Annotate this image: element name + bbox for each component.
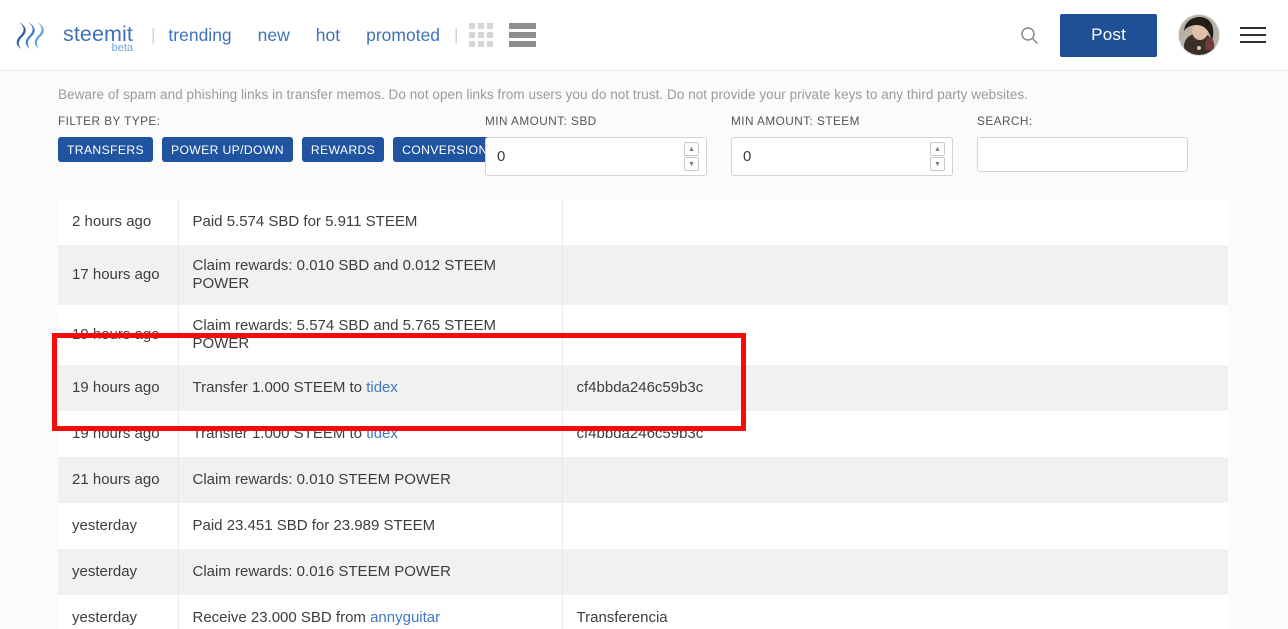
nav-divider-left: |: [151, 25, 156, 44]
hamburger-menu-icon[interactable]: [1240, 23, 1266, 47]
transaction-memo: cf4bbda246c59b3c: [576, 425, 704, 442]
transaction-description: Claim rewards: 5.574 SBD and 5.765 STEEM…: [178, 305, 563, 365]
transactions-table-zone: 2 hours ago Paid 5.574 SBD for 5.911 STEE…: [0, 199, 1288, 629]
transaction-time: 17 hours ago: [58, 245, 179, 305]
table-row: 19 hours ago Claim rewards: 5.574 SBD and…: [58, 305, 1228, 365]
transaction-user-link[interactable]: tidex: [366, 425, 398, 442]
transaction-description-text: Paid 5.574 SBD for 5.911 STEEM: [192, 213, 418, 230]
transaction-time: 19 hours ago: [58, 305, 179, 365]
filter-chip-transfers[interactable]: TRANSFERS: [58, 137, 153, 162]
search-input[interactable]: [977, 137, 1188, 172]
transaction-description: Paid 23.451 SBD for 23.989 STEEM: [178, 503, 563, 549]
transaction-memo: cf4bbda246c59b3c: [576, 379, 704, 396]
table-row: yesterday Receive 23.000 SBD from annygui…: [58, 595, 1228, 629]
stepper-up-icon[interactable]: ▲: [930, 142, 945, 156]
transaction-description: Transfer 1.000 STEEM to tidex: [178, 411, 563, 457]
nav-hot[interactable]: hot: [316, 25, 340, 46]
top-navigation-bar: steemit beta | trending new hot promoted…: [0, 0, 1288, 71]
avatar[interactable]: [1178, 14, 1220, 56]
min-amount-sbd-label: MIN AMOUNT: SBD: [485, 114, 597, 128]
stepper-up-icon[interactable]: ▲: [684, 142, 699, 156]
min-amount-sbd-group: MIN AMOUNT: SBD ▲ ▼: [485, 114, 731, 176]
transaction-description: Paid 5.574 SBD for 5.911 STEEM: [178, 199, 563, 245]
transaction-user-link[interactable]: annyguitar: [370, 609, 440, 626]
min-amount-steem-stepper[interactable]: ▲ ▼: [930, 142, 945, 171]
min-amount-sbd-input[interactable]: [485, 137, 707, 176]
transaction-description: Receive 23.000 SBD from annyguitar: [178, 595, 563, 629]
min-amount-steem-group: MIN AMOUNT: STEEM ▲ ▼: [731, 114, 977, 176]
primary-nav: trending new hot promoted: [168, 25, 440, 46]
stepper-down-icon[interactable]: ▼: [684, 157, 699, 171]
nav-trending[interactable]: trending: [168, 25, 231, 46]
transaction-description-text: Receive 23.000 SBD from: [192, 609, 371, 626]
nav-new[interactable]: new: [258, 25, 290, 46]
top-bar-actions: Post: [1006, 12, 1266, 58]
filter-chip-rewards[interactable]: REWARDS: [301, 137, 385, 162]
filter-by-type-label: FILTER BY TYPE:: [58, 114, 161, 128]
search-label: SEARCH:: [977, 114, 1033, 128]
nav-promoted[interactable]: promoted: [366, 25, 440, 46]
transaction-description: Claim rewards: 0.010 STEEM POWER: [178, 457, 563, 503]
transaction-memo: Transferencia: [576, 609, 668, 626]
transaction-description-text: Claim rewards: 0.010 STEEM POWER: [192, 471, 451, 488]
transaction-user-link[interactable]: tidex: [366, 379, 398, 396]
transaction-memo: [562, 305, 1228, 365]
transaction-description-text: Transfer 1.000 STEEM to: [192, 379, 367, 396]
transaction-description-text: Transfer 1.000 STEEM to: [192, 425, 367, 442]
stepper-down-icon[interactable]: ▼: [930, 157, 945, 171]
transaction-description-text: Paid 23.451 SBD for 23.989 STEEM: [192, 517, 436, 534]
transaction-description: Transfer 1.000 STEEM to tidex: [178, 365, 563, 411]
table-row: yesterday Claim rewards: 0.016 STEEM POWE…: [58, 549, 1228, 595]
table-row: yesterday Paid 23.451 SBD for 23.989 STEE…: [58, 503, 1228, 549]
transaction-description: Claim rewards: 0.010 SBD and 0.012 STEEM…: [178, 245, 563, 305]
transaction-memo: [562, 199, 1228, 245]
brand-block[interactable]: steemit beta: [14, 18, 135, 55]
steemit-logo-icon: [16, 22, 44, 49]
transaction-time: 19 hours ago: [58, 411, 179, 457]
transaction-time: 19 hours ago: [58, 365, 179, 411]
transaction-memo: [562, 503, 1228, 549]
nav-divider-right: |: [454, 25, 459, 44]
min-amount-sbd-stepper[interactable]: ▲ ▼: [684, 142, 699, 171]
transaction-description-text: Claim rewards: 5.574 SBD and 5.765 STEEM…: [192, 317, 496, 352]
filter-bar: FILTER BY TYPE: TRANSFERS POWER UP/DOWN …: [0, 102, 1288, 176]
post-button[interactable]: Post: [1060, 13, 1157, 57]
view-mode-toggle: [469, 23, 537, 47]
table-row: 21 hours ago Claim rewards: 0.010 STEEM P…: [58, 457, 1228, 503]
min-amount-steem-label: MIN AMOUNT: STEEM: [731, 114, 860, 128]
phishing-warning-text: Beware of spam and phishing links in tra…: [58, 87, 1029, 102]
transaction-memo: [562, 245, 1228, 305]
table-row: 19 hours ago Transfer 1.000 STEEM to tide…: [58, 411, 1228, 457]
search-icon[interactable]: [1006, 12, 1052, 58]
filter-chip-power-up-down[interactable]: POWER UP/DOWN: [161, 137, 293, 162]
transaction-time: yesterday: [58, 549, 179, 595]
transaction-memo: [562, 549, 1228, 595]
table-row: 19 hours ago Transfer 1.000 STEEM to tide…: [58, 365, 1228, 411]
transaction-memo: [562, 457, 1228, 503]
table-row: 17 hours ago Claim rewards: 0.010 SBD and…: [58, 245, 1228, 305]
transaction-time: 21 hours ago: [58, 457, 179, 503]
transaction-time: 2 hours ago: [58, 199, 179, 245]
transaction-description: Claim rewards: 0.016 STEEM POWER: [178, 549, 563, 595]
transactions-table: 2 hours ago Paid 5.574 SBD for 5.911 STEE…: [58, 199, 1228, 629]
grid-view-icon[interactable]: [469, 23, 494, 47]
table-row: 2 hours ago Paid 5.574 SBD for 5.911 STEE…: [58, 199, 1228, 245]
search-group: SEARCH:: [977, 114, 1217, 172]
list-view-icon[interactable]: [509, 23, 537, 47]
filter-chip-row: TRANSFERS POWER UP/DOWN REWARDS CONVERSI…: [58, 137, 506, 162]
transaction-time: yesterday: [58, 595, 179, 629]
brand-beta-tag: beta: [111, 42, 133, 55]
transaction-time: yesterday: [58, 503, 179, 549]
transaction-description-text: Claim rewards: 0.010 SBD and 0.012 STEEM…: [192, 257, 496, 292]
transaction-description-text: Claim rewards: 0.016 STEEM POWER: [192, 563, 451, 580]
min-amount-steem-input[interactable]: [731, 137, 953, 176]
filter-by-type-group: FILTER BY TYPE: TRANSFERS POWER UP/DOWN …: [58, 114, 506, 162]
